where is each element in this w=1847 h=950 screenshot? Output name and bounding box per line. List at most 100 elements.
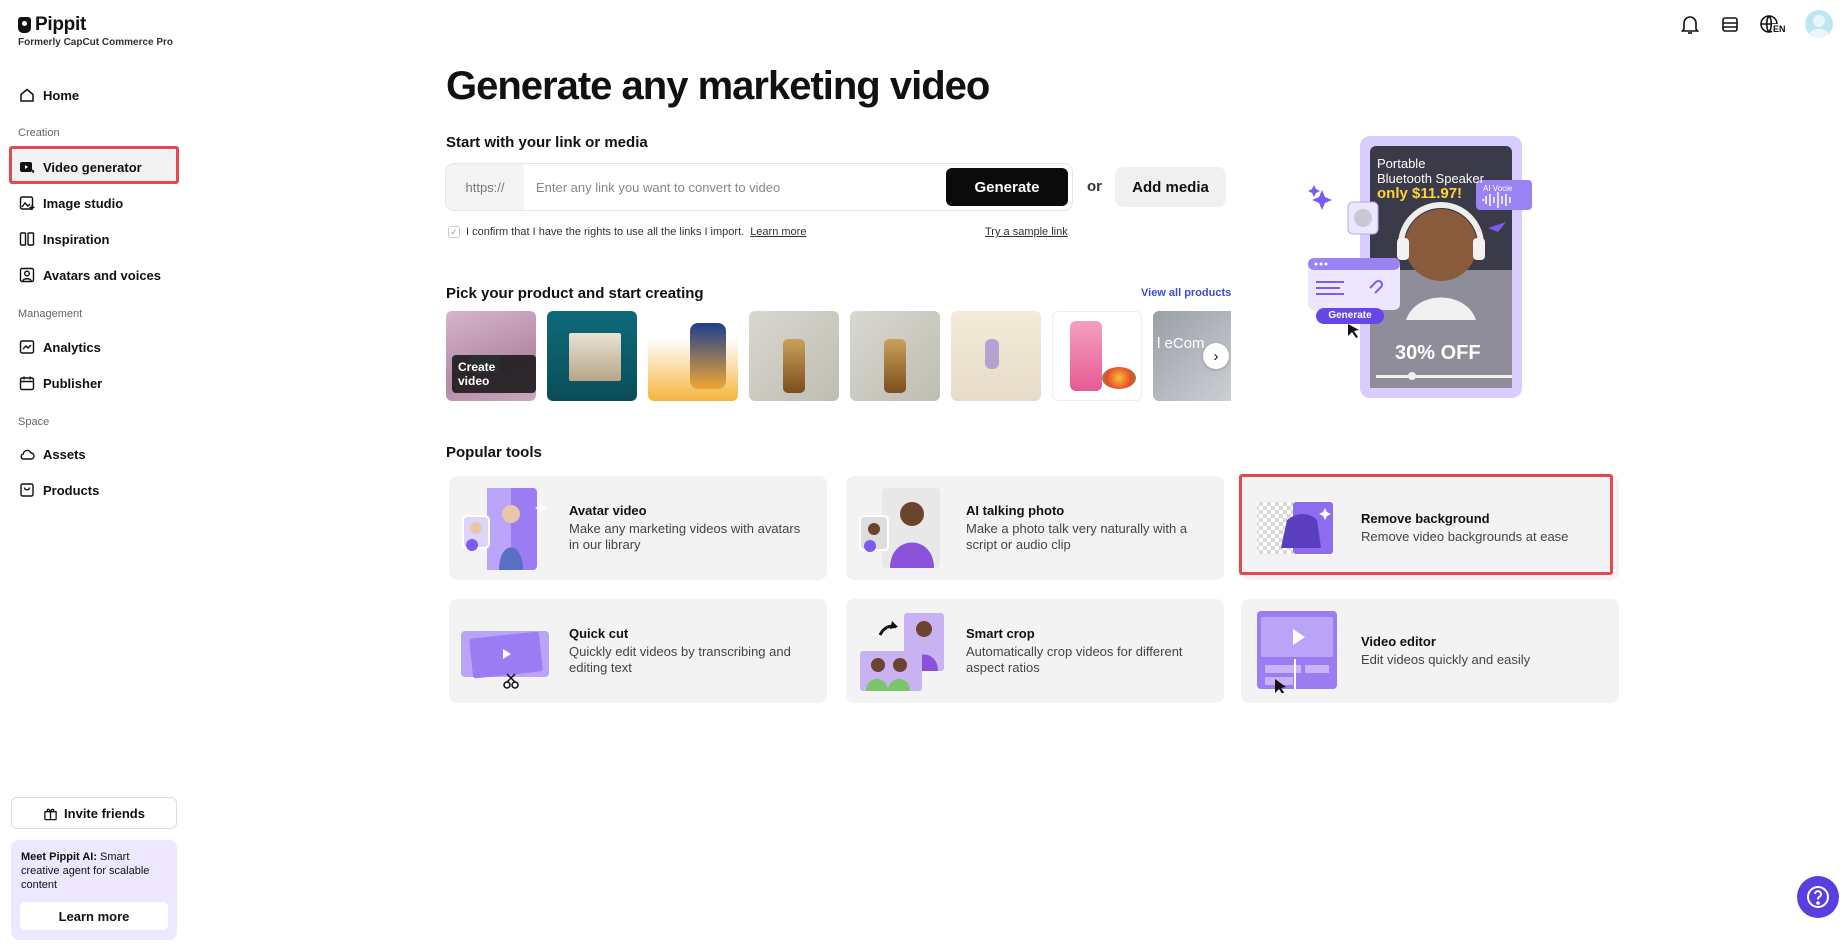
question-icon — [1807, 886, 1829, 908]
logo[interactable]: Pippit — [18, 14, 86, 36]
sidebar-item-label: Video generator — [43, 159, 142, 175]
tool-video-editor[interactable]: Video editor Edit videos quickly and eas… — [1241, 599, 1619, 703]
pippit-ai-promo: Meet Pippit AI: Smart creative agent for… — [11, 840, 177, 940]
promo-bold: Meet Pippit AI: — [21, 851, 97, 863]
fruit-image — [1102, 367, 1136, 389]
header-actions: EN — [1679, 10, 1833, 38]
smart-crop-icon — [860, 613, 944, 691]
app-subtitle: Formerly CapCut Commerce Pro — [18, 37, 174, 48]
hero-line2: Bluetooth Speaker — [1377, 171, 1484, 186]
product-card-create[interactable]: Create video — [446, 311, 536, 401]
product-card[interactable] — [951, 311, 1041, 401]
create-video-label: Create video — [452, 355, 536, 393]
tool-desc: Make a photo talk very naturally with a … — [966, 521, 1188, 552]
learn-more-button[interactable]: Learn more — [20, 902, 168, 930]
tool-text: Avatar video Make any marketing videos w… — [569, 503, 813, 553]
product-image — [985, 339, 999, 369]
tool-desc: Automatically crop videos for different … — [966, 644, 1183, 675]
confirm-text: I confirm that I have the rights to use … — [466, 226, 745, 238]
start-label: Start with your link or media — [446, 134, 648, 151]
gift-icon — [44, 808, 57, 820]
tool-name: AI talking photo — [966, 503, 1065, 518]
tool-smart-crop[interactable]: Smart crop Automatically crop videos for… — [846, 599, 1224, 703]
sidebar-item-publisher[interactable]: Publisher — [11, 366, 177, 400]
sidebar-item-video-generator[interactable]: Video generator — [11, 150, 177, 184]
calendar-icon — [19, 376, 35, 391]
tool-ai-talking-photo[interactable]: AI talking photo Make a photo talk very … — [846, 476, 1224, 580]
remove-background-icon — [1257, 502, 1333, 554]
language-code: EN — [1772, 24, 1787, 34]
sidebar-item-label: Avatars and voices — [43, 267, 162, 283]
sidebar-item-products[interactable]: Products — [11, 473, 177, 507]
box-icon — [20, 483, 34, 497]
tool-text: Video editor Edit videos quickly and eas… — [1361, 634, 1605, 668]
inbox-icon[interactable] — [1719, 13, 1741, 35]
hero-discount: 30% OFF — [1395, 342, 1481, 364]
product-card[interactable] — [1052, 311, 1142, 401]
view-all-products-link[interactable]: View all products — [1141, 287, 1231, 299]
sidebar-item-avatars-voices[interactable]: Avatars and voices — [11, 258, 177, 292]
user-avatar[interactable] — [1805, 10, 1833, 38]
tool-avatar-video[interactable]: Avatar video Make any marketing videos w… — [449, 476, 827, 580]
product-card[interactable] — [749, 311, 839, 401]
rights-checkbox[interactable]: ✓ — [448, 226, 460, 238]
pippit-logo-icon — [18, 17, 31, 33]
inspiration-icon — [19, 232, 35, 246]
cloud-icon — [20, 449, 35, 460]
chevron-right-icon: › — [1213, 347, 1219, 365]
try-sample-link[interactable]: Try a sample link — [985, 226, 1068, 238]
carousel-next-button[interactable]: › — [1203, 343, 1229, 369]
sidebar-item-label: Products — [43, 482, 100, 498]
section-creation: Creation — [18, 127, 60, 139]
product-card-text: l eCom — [1157, 335, 1205, 352]
image-studio-icon — [19, 196, 35, 210]
learn-more-link[interactable]: Learn more — [750, 226, 806, 238]
tool-name: Video editor — [1361, 634, 1436, 649]
sidebar: Pippit Formerly CapCut Commerce Pro Home… — [0, 0, 185, 950]
hero-price: only $11.97! — [1377, 185, 1463, 202]
tool-name: Smart crop — [966, 626, 1035, 641]
avatar-voice-icon — [19, 267, 35, 283]
product-card[interactable] — [648, 311, 738, 401]
sidebar-item-image-studio[interactable]: Image studio — [11, 186, 177, 220]
talking-photo-icon — [859, 488, 940, 568]
app-name: Pippit — [35, 14, 86, 35]
home-icon — [20, 88, 34, 102]
language-selector[interactable]: EN — [1759, 13, 1787, 35]
tool-name: Quick cut — [569, 626, 629, 641]
invite-friends-label: Invite friends — [64, 805, 145, 821]
add-media-button[interactable]: Add media — [1115, 167, 1226, 207]
page-title: Generate any marketing video — [446, 64, 990, 108]
sidebar-item-label: Home — [43, 87, 80, 103]
tool-desc: Edit videos quickly and easily — [1361, 652, 1531, 667]
tool-desc: Quickly edit videos by transcribing and … — [569, 644, 791, 675]
hero-illustration: Portable Bluetooth Speaker only $11.97! … — [1300, 130, 1570, 400]
section-management: Management — [18, 308, 83, 320]
tool-text: Quick cut Quickly edit videos by transcr… — [569, 626, 813, 676]
product-image — [569, 333, 621, 381]
tool-quick-cut[interactable]: Quick cut Quickly edit videos by transcr… — [449, 599, 827, 703]
invite-friends-button[interactable]: Invite friends — [11, 797, 177, 829]
hero-generate-label: Generate — [1328, 310, 1372, 321]
link-input-box: https:// Generate — [446, 164, 1072, 210]
help-button[interactable] — [1797, 876, 1839, 918]
product-card[interactable] — [850, 311, 940, 401]
product-image — [783, 339, 805, 393]
sidebar-item-analytics[interactable]: Analytics — [11, 330, 177, 364]
analytics-icon — [19, 340, 35, 354]
sidebar-item-label: Publisher — [43, 375, 103, 391]
hero-voice-label: AI Vocie — [1483, 184, 1513, 193]
product-card[interactable] — [547, 311, 637, 401]
bell-icon[interactable] — [1679, 13, 1701, 35]
sidebar-item-home[interactable]: Home — [11, 78, 177, 112]
tool-remove-background[interactable]: Remove background Remove video backgroun… — [1241, 476, 1619, 580]
generate-button[interactable]: Generate — [946, 168, 1068, 206]
sidebar-item-assets[interactable]: Assets — [11, 437, 177, 471]
tool-desc: Remove video backgrounds at ease — [1361, 529, 1569, 544]
link-input[interactable] — [524, 179, 946, 195]
sidebar-item-label: Image studio — [43, 195, 124, 211]
link-prefix: https:// — [446, 164, 524, 210]
rights-confirmation: ✓ I confirm that I have the rights to us… — [448, 226, 806, 238]
product-image — [690, 323, 726, 389]
sidebar-item-inspiration[interactable]: Inspiration — [11, 222, 177, 256]
